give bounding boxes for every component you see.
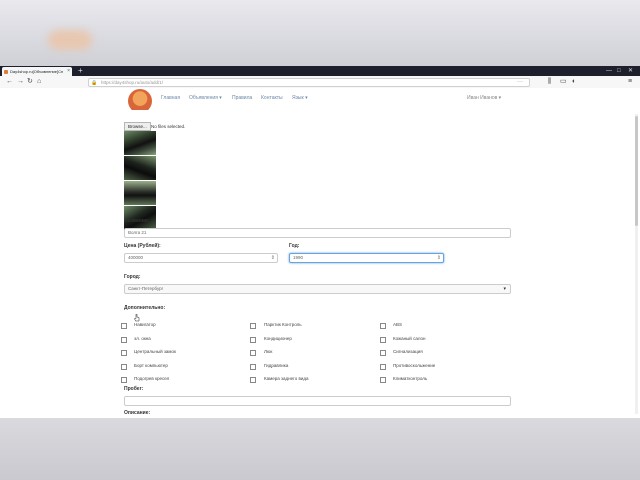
nav-home[interactable]: Главная [161, 95, 180, 101]
option-label: ABS [393, 322, 403, 327]
library-icon[interactable]: ⫼ [548, 77, 551, 87]
new-tab-button[interactable]: + [78, 66, 83, 76]
home-icon[interactable]: ⌂ [37, 77, 41, 87]
option-checkbox[interactable] [250, 377, 256, 383]
price-value: 400000 [128, 255, 144, 260]
option-label: Кожаный салон [393, 336, 426, 341]
photo-thumbnails [124, 131, 156, 231]
lock-icon: 🔒 [91, 79, 98, 86]
close-window-button[interactable]: ✕ [628, 66, 633, 76]
stepper-icon[interactable]: ⇕ [437, 254, 441, 262]
tab-close-icon[interactable]: × [67, 67, 70, 76]
option-checkbox[interactable] [380, 377, 386, 383]
option-label: Камера заднего вида [264, 376, 309, 381]
price-input[interactable]: 400000 ⇕ [124, 253, 278, 263]
nav-ads-dropdown[interactable]: Объявления ▾ [189, 95, 222, 101]
maximize-button[interactable]: □ [617, 66, 621, 76]
title-label: Название: [124, 218, 150, 224]
mileage-label: Пробег: [124, 386, 144, 392]
tab-bar: Day4shop.ru[Объявление]Сп × + — □ ✕ [0, 66, 640, 76]
browser-tab[interactable]: Day4shop.ru[Объявление]Сп × [2, 67, 72, 76]
url-text: https://day4shop.ru/auto/add/1/ [101, 79, 164, 85]
option-label: Подогрев кресел [134, 376, 170, 381]
user-menu[interactable]: Иван Иванов ▾ [467, 95, 501, 101]
option-checkbox[interactable] [380, 350, 386, 356]
option-label: Навигатор [134, 322, 156, 327]
option-checkbox[interactable] [121, 337, 127, 343]
city-select[interactable]: Санкт-Петербург ▾ [124, 284, 511, 294]
back-arrow-icon[interactable]: ← [6, 77, 13, 87]
price-label: Цена (Рублей): [124, 243, 161, 249]
option-label: Сигнализация [393, 349, 423, 354]
blurred-smudge [48, 30, 92, 50]
blurred-backdrop-top [0, 0, 640, 66]
favicon-icon [4, 69, 8, 74]
option-checkbox[interactable] [250, 323, 256, 329]
option-label: Гидравлика [264, 363, 289, 368]
browser-window: Day4shop.ru[Объявление]Сп × + — □ ✕ ← → … [0, 66, 640, 418]
hand-cursor-icon [134, 314, 140, 322]
option-checkbox[interactable] [250, 364, 256, 370]
city-label: Город: [124, 274, 141, 280]
forward-arrow-icon[interactable]: → [17, 77, 24, 87]
option-checkbox[interactable] [380, 337, 386, 343]
car-photo-thumbnail[interactable] [124, 156, 156, 180]
option-label: Люк [264, 349, 273, 354]
scrollbar-thumb[interactable] [635, 116, 638, 226]
car-photo-thumbnail[interactable] [124, 131, 156, 155]
option-label: Климатконтроль [393, 376, 428, 381]
page-content: Browse... No files selected. Название: В… [0, 110, 640, 418]
option-checkbox[interactable] [121, 364, 127, 370]
tab-title: Day4shop.ru[Объявление]Сп [10, 69, 64, 74]
city-value: Санкт-Петербург [128, 286, 164, 291]
scrollbar[interactable] [635, 114, 638, 414]
year-label: Год: [289, 243, 300, 249]
description-label: Описание: [124, 410, 151, 416]
option-checkbox[interactable] [250, 350, 256, 356]
extras-label: Дополнительно: [124, 305, 166, 311]
menu-icon[interactable]: ≡ [628, 77, 632, 87]
option-label: Кондиционер [264, 336, 292, 341]
year-input[interactable]: 1990 ⇕ [289, 253, 444, 263]
option-label: Противоскольжение [393, 363, 436, 368]
option-checkbox[interactable] [250, 337, 256, 343]
address-bar[interactable]: 🔒 https://day4shop.ru/auto/add/1/ ··· [88, 77, 530, 87]
nav-rules[interactable]: Правила [232, 95, 252, 101]
sidebar-icon[interactable]: ▭ [560, 77, 567, 87]
extension-icon[interactable]: ◐ [572, 77, 576, 87]
blurred-backdrop-bottom [0, 418, 640, 480]
nav-contacts[interactable]: Контакты [261, 95, 283, 101]
option-label: эл. окна [134, 336, 151, 341]
car-photo-thumbnail[interactable] [124, 181, 156, 205]
option-checkbox[interactable] [380, 364, 386, 370]
option-checkbox[interactable] [380, 323, 386, 329]
option-checkbox[interactable] [121, 377, 127, 383]
reload-icon[interactable]: ↻ [27, 77, 33, 87]
minimize-button[interactable]: — [606, 66, 612, 76]
page-actions-icon[interactable]: ··· [517, 78, 523, 86]
year-value: 1990 [293, 255, 304, 260]
option-label: Центральный замок [134, 349, 176, 354]
file-status: No files selected. [151, 124, 186, 129]
mileage-input[interactable] [124, 396, 511, 406]
site-navbar: Главная Объявления ▾ Правила Контакты Яз… [0, 88, 640, 113]
chevron-down-icon: ▾ [503, 286, 506, 292]
nav-language-dropdown[interactable]: Язык ▾ [292, 95, 308, 101]
title-input[interactable]: Волга 21 [124, 228, 511, 238]
option-label: Парктик Контроль [264, 322, 302, 327]
browse-button[interactable]: Browse... [124, 122, 151, 131]
stepper-icon[interactable]: ⇕ [271, 254, 275, 262]
option-checkbox[interactable] [121, 350, 127, 356]
option-label: Борт компьютер [134, 363, 168, 368]
option-checkbox[interactable] [121, 323, 127, 329]
